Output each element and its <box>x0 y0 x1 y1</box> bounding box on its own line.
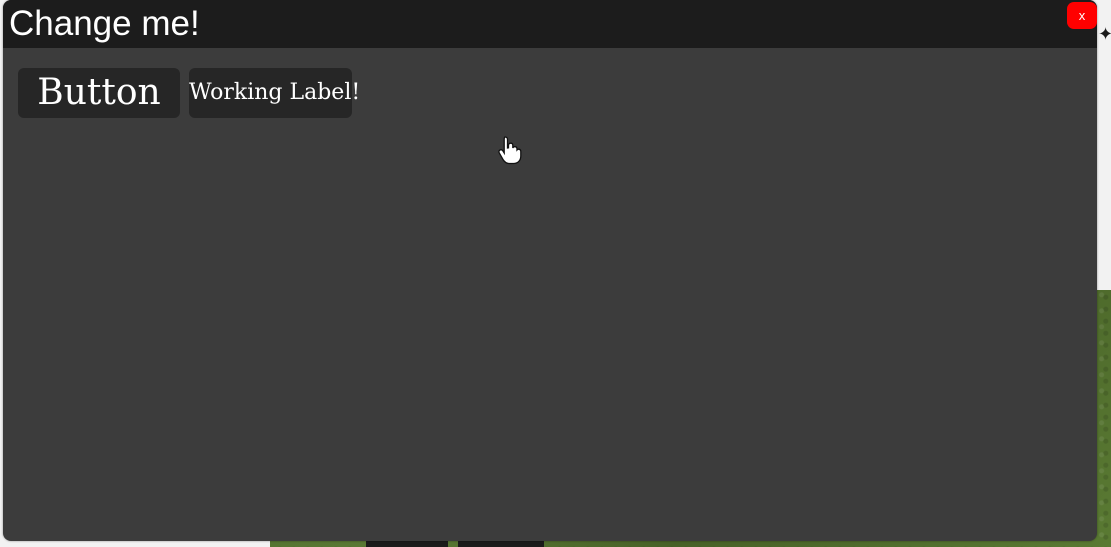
close-button[interactable]: x <box>1067 2 1097 29</box>
window-title: Change me! <box>9 4 200 43</box>
button[interactable]: Button <box>18 68 180 118</box>
window-titlebar[interactable]: Change me! <box>3 0 1097 48</box>
dialog-window: Change me! Button Working Label! <box>3 0 1097 541</box>
figure-icon: ✦ <box>1098 24 1111 45</box>
working-label: Working Label! <box>189 68 360 118</box>
window-content: Button Working Label! <box>3 48 1097 541</box>
